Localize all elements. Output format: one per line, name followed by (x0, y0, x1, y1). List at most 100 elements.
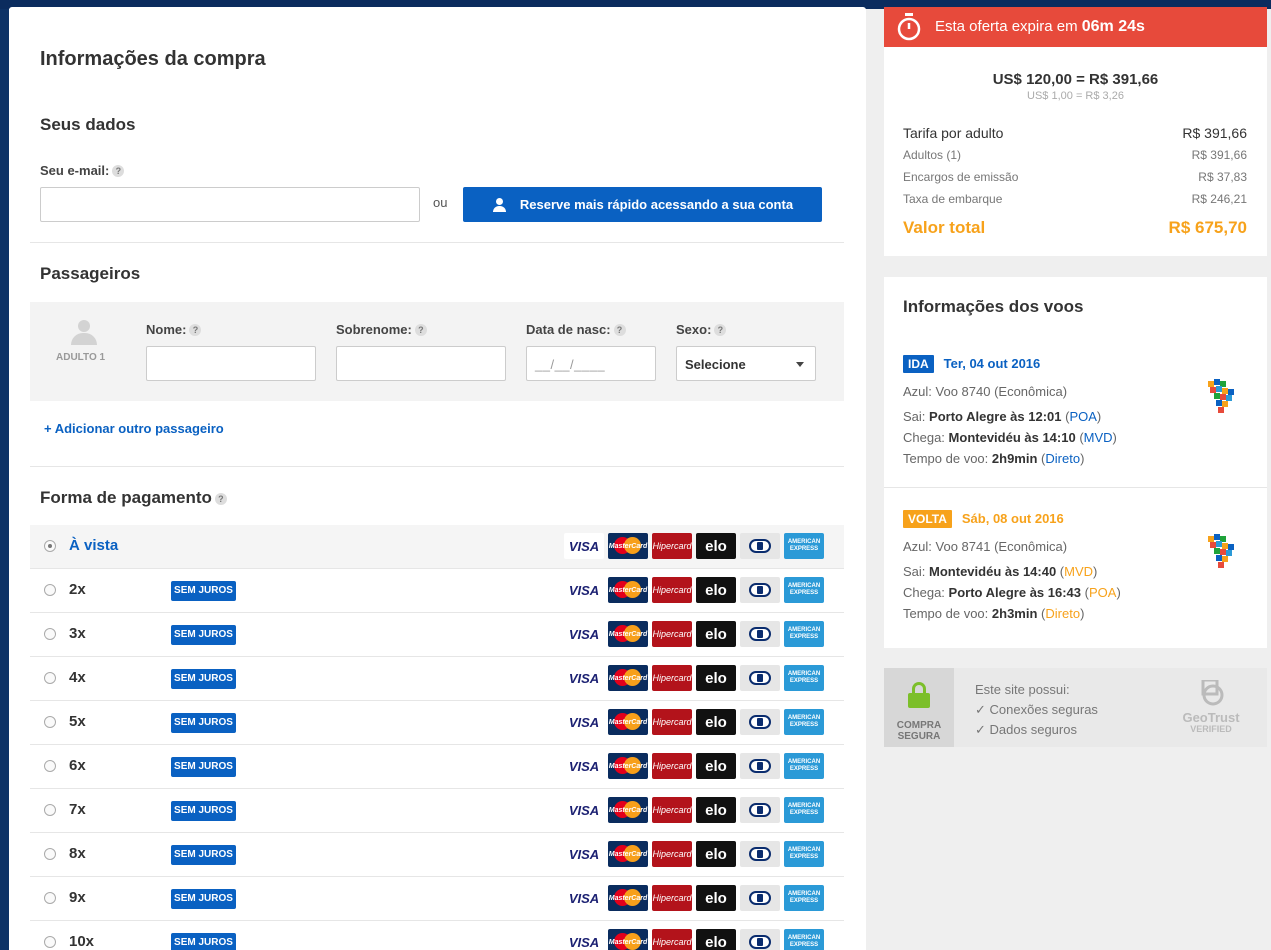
fare-row: Adultos (1) R$ 391,66 (903, 148, 1247, 162)
payment-radio[interactable] (44, 760, 56, 772)
installment-label: 5x (69, 713, 86, 730)
interest-free-badge: SEM JUROS (171, 669, 236, 689)
elo-card-icon: elo (696, 533, 736, 559)
payment-option[interactable]: 5x SEM JUROS VISA MasterCard Hipercard elo AME… (30, 701, 844, 745)
payment-radio[interactable] (44, 892, 56, 904)
payment-radio[interactable] (44, 848, 56, 860)
installment-label: 8x (69, 845, 86, 862)
card-brands: VISA MasterCard Hipercard elo AMERICAN EXPRE… (564, 533, 824, 559)
diners-card-icon (740, 885, 780, 911)
payment-option[interactable]: 3x SEM JUROS VISA MasterCard Hipercard elo AME… (30, 613, 844, 657)
ida-tag: IDA (903, 355, 934, 373)
birthdate-placeholder: __/__/____ (535, 357, 606, 372)
ida-arrival: Chega: Montevidéu às 14:10 (MVD) (903, 430, 1117, 445)
mastercard-icon: MasterCard (608, 621, 648, 647)
flight-info: Informações dos voos IDA Ter, 04 out 2016… (884, 277, 1267, 648)
amex-card-icon: AMERICAN EXPRESS (784, 797, 824, 823)
amex-card-icon: AMERICAN EXPRESS (784, 885, 824, 911)
interest-free-badge: SEM JUROS (171, 845, 236, 865)
payment-radio[interactable] (44, 540, 56, 552)
gender-select[interactable]: Selecione (676, 346, 816, 381)
login-button[interactable]: Reserve mais rápido acessando a sua cont… (463, 187, 822, 222)
offer-countdown: 06m 24s (1081, 18, 1145, 35)
installment-label: 9x (69, 889, 86, 906)
visa-card-icon: VISA (564, 797, 604, 823)
birthdate-field[interactable]: __/__/____ (526, 346, 656, 381)
geotrust-badge[interactable]: GeoTrust VERIFIED (1176, 678, 1246, 734)
amex-card-icon: AMERICAN EXPRESS (784, 841, 824, 867)
ida-date: Ter, 04 out 2016 (943, 356, 1041, 371)
amex-card-icon: AMERICAN EXPRESS (784, 577, 824, 603)
payment-option[interactable]: 9x SEM JUROS VISA MasterCard Hipercard elo AME… (30, 877, 844, 921)
email-label: Seu e-mail:? (40, 163, 125, 178)
payment-radio[interactable] (44, 936, 56, 948)
help-icon[interactable]: ? (414, 324, 427, 336)
mastercard-icon: MasterCard (608, 753, 648, 779)
volta-departure: Sai: Montevidéu às 14:40 (MVD) (903, 564, 1098, 579)
amex-card-icon: AMERICAN EXPRESS (784, 709, 824, 735)
passageiros-heading: Passageiros (40, 264, 141, 283)
total-row: Valor total R$ 675,70 (903, 218, 1247, 237)
card-brands: VISA MasterCard Hipercard elo AMERICAN EXPRE… (564, 709, 824, 735)
hipercard-icon: Hipercard (652, 753, 692, 779)
offer-timer-banner: Esta oferta expira em 06m 24s (884, 7, 1267, 47)
visa-card-icon: VISA (564, 621, 604, 647)
payment-radio[interactable] (44, 584, 56, 596)
help-icon[interactable]: ? (112, 165, 125, 177)
interest-free-badge: SEM JUROS (171, 713, 236, 733)
payment-option[interactable]: 7x SEM JUROS VISA MasterCard Hipercard elo AME… (30, 789, 844, 833)
add-passenger-link[interactable]: + Adicionar outro passageiro (44, 421, 224, 436)
help-icon[interactable]: ? (189, 324, 202, 336)
card-brands: VISA MasterCard Hipercard elo AMERICAN EXPRE… (564, 797, 824, 823)
birthdate-label: Data de nasc:? (526, 322, 626, 337)
seus-dados-heading: Seus dados (40, 115, 136, 134)
payment-radio[interactable] (44, 804, 56, 816)
or-text: ou (433, 195, 448, 210)
nome-label: Nome:? (146, 322, 202, 337)
geotrust-logo-icon (1201, 678, 1224, 706)
diners-card-icon (740, 533, 780, 559)
interest-free-badge: SEM JUROS (171, 889, 236, 909)
last-name-field[interactable] (336, 346, 506, 381)
card-brands: VISA MasterCard Hipercard elo AMERICAN EXPRE… (564, 621, 824, 647)
help-icon[interactable]: ? (613, 324, 626, 336)
installment-label: 2x (69, 581, 86, 598)
installment-label: 3x (69, 625, 86, 642)
interest-free-badge: SEM JUROS (171, 801, 236, 821)
ida-flight: Azul: Voo 8740 (Econômica) (903, 384, 1068, 399)
interest-free-badge: SEM JUROS (171, 581, 236, 601)
diners-card-icon (740, 577, 780, 603)
first-name-field[interactable] (146, 346, 316, 381)
divider (30, 242, 844, 243)
payment-radio[interactable] (44, 672, 56, 684)
hipercard-icon: Hipercard (652, 841, 692, 867)
hipercard-icon: Hipercard (652, 665, 692, 691)
payment-option[interactable]: 4x SEM JUROS VISA MasterCard Hipercard elo AME… (30, 657, 844, 701)
hipercard-icon: Hipercard (652, 577, 692, 603)
ida-duration: Tempo de voo: 2h9min (Direto) (903, 451, 1085, 466)
payment-radio[interactable] (44, 628, 56, 640)
help-icon[interactable]: ? (214, 493, 227, 505)
mastercard-icon: MasterCard (608, 797, 648, 823)
hipercard-icon: Hipercard (652, 885, 692, 911)
email-field[interactable] (40, 187, 420, 222)
exchange-rate: US$ 1,00 = R$ 3,26 (1027, 90, 1124, 102)
divider (30, 466, 844, 467)
ida-departure: Sai: Porto Alegre às 12:01 (POA) (903, 409, 1102, 424)
hipercard-icon: Hipercard (652, 797, 692, 823)
purchase-card: Informações da compra Seus dados Seu e-m… (9, 7, 866, 950)
payment-option[interactable]: 2x SEM JUROS VISA MasterCard Hipercard elo AME… (30, 569, 844, 613)
mastercard-icon: MasterCard (608, 885, 648, 911)
card-brands: VISA MasterCard Hipercard elo AMERICAN EXPRE… (564, 665, 824, 691)
payment-radio[interactable] (44, 716, 56, 728)
payment-option[interactable]: 8x SEM JUROS VISA MasterCard Hipercard elo AME… (30, 833, 844, 877)
diners-card-icon (740, 753, 780, 779)
help-icon[interactable]: ? (714, 324, 727, 336)
payment-option[interactable]: 6x SEM JUROS VISA MasterCard Hipercard elo AME… (30, 745, 844, 789)
payment-option[interactable]: À vista VISA MasterCard Hipercard elo AMERICA… (30, 525, 844, 569)
elo-card-icon: elo (696, 665, 736, 691)
hipercard-icon: Hipercard (652, 929, 692, 950)
card-brands: VISA MasterCard Hipercard elo AMERICAN EXPRE… (564, 841, 824, 867)
elo-card-icon: elo (696, 841, 736, 867)
payment-option[interactable]: 10x SEM JUROS VISA MasterCard Hipercard elo AM… (30, 921, 844, 950)
